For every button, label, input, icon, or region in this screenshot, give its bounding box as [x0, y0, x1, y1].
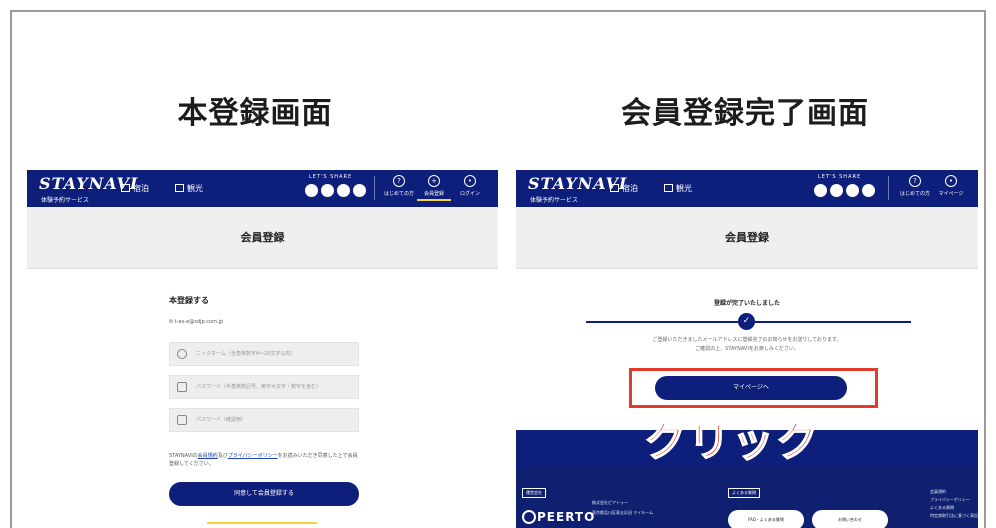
highlight-box [629, 368, 878, 408]
site-header: STAYNAVI 体験予約サービス 宿泊 観光 LET'S SHARE ? はじめ… [516, 170, 978, 207]
nav-sightseeing-label: 観光 [187, 184, 203, 193]
nav-sightseeing[interactable]: 観光 [664, 183, 692, 194]
nav-sightseeing[interactable]: 観光 [175, 183, 203, 194]
terms-link[interactable]: 会員規約 [198, 453, 218, 459]
agree-register-button[interactable]: 同意して会員登録する [169, 482, 359, 506]
peerto-ring-icon [522, 510, 536, 524]
footer-link-legal[interactable]: 特定商取引法に基づく表記 [930, 512, 978, 520]
header-mypage-label: マイページ [938, 191, 964, 197]
terms-mid: 及び [217, 453, 228, 459]
footer-faq-tag: よくある質問 [728, 488, 760, 498]
peerto-logo[interactable]: PEERTO [522, 510, 595, 524]
share-label: LET'S SHARE [309, 174, 353, 180]
company-name: 株式会社ピアトゥー [592, 500, 628, 505]
faq-button[interactable]: FAQ・よくある質問 [728, 510, 804, 528]
line-icon[interactable] [862, 184, 875, 197]
nickname-field[interactable]: ニックネーム（全角英数字4～20文字以内） [169, 342, 359, 366]
check-icon: ✓ [738, 313, 755, 330]
email-display: ✉ t-ex-e@sdjp.com.jp [169, 319, 224, 325]
password-field[interactable]: パスワード（半角英数記号、英字大文字・数字を含む） [169, 375, 359, 399]
nav-stay[interactable]: 宿泊 [610, 183, 638, 194]
header-guide-label: はじめての方 [899, 191, 930, 197]
question-icon: ? [909, 175, 921, 187]
header-guide-button[interactable]: ? はじめての方 [382, 175, 416, 197]
building-icon [664, 184, 673, 192]
header-divider [374, 176, 375, 200]
complete-message-line1: ご登録いただきましたメールアドレスに登録完了のお知らせをお送りしております。 [652, 337, 842, 343]
contact-button[interactable]: お問い合わせ [812, 510, 888, 528]
calendar-icon [121, 184, 130, 192]
sns-links [814, 184, 875, 197]
complete-message: ご登録いただきましたメールアドレスに登録完了のお知らせをお送りしております。 ご… [516, 336, 978, 354]
complete-title: 登録が完了いたしました [713, 300, 780, 307]
calendar-icon [610, 184, 619, 192]
nickname-placeholder: ニックネーム（全角英数字4～20文字以内） [196, 351, 296, 357]
page-title: 会員登録 [27, 207, 498, 269]
terms-prefix: STAYNAVIの [169, 453, 198, 459]
heading-register-screen: 本登録画面 [177, 96, 333, 131]
lock-icon [177, 382, 187, 392]
form-title: 本登録する [169, 296, 209, 305]
company-address: 東京都品川区東五反田 マイルーム [592, 510, 654, 515]
header-register-label: 会員登録 [423, 191, 444, 197]
sns-links [305, 184, 366, 197]
footer-link-faq[interactable]: よくある質問 [930, 504, 978, 512]
header-mypage-button[interactable]: • マイページ [934, 175, 968, 197]
yellow-line [207, 522, 317, 524]
site-logo-sub: 体験予約サービス [530, 197, 579, 204]
site-logo-sub: 体験予約サービス [41, 197, 90, 204]
facebook-icon[interactable] [321, 184, 334, 197]
complete-message-line2: ご確認の上、STAYNAVIをお楽しみください。 [695, 346, 799, 352]
page-title: 会員登録 [516, 207, 978, 269]
user-icon: • [945, 175, 957, 187]
share-label: LET'S SHARE [818, 174, 862, 180]
twitter-icon[interactable] [305, 184, 318, 197]
nav-sightseeing-label: 観光 [676, 184, 692, 193]
header-login-button[interactable]: • ログイン [453, 175, 487, 197]
click-annotation: クリック [643, 416, 821, 467]
nav-stay-label: 宿泊 [622, 184, 638, 193]
header-login-label: ログイン [459, 191, 480, 197]
nav-stay-label: 宿泊 [133, 184, 149, 193]
footer-company-tag: 運営会社 [522, 488, 546, 498]
header-guide-button[interactable]: ? はじめての方 [898, 175, 932, 197]
footer-link-terms[interactable]: 会員規約 [930, 488, 978, 496]
terms-text: STAYNAVIの会員規約及びプライバシーポリシーをお読みいただき同意した上で会… [169, 452, 361, 468]
site-header: STAYNAVI 体験予約サービス 宿泊 観光 LET'S SHARE ? はじめ… [27, 170, 498, 207]
lock-icon [177, 415, 187, 425]
site-footer: 運営会社 よくある質問 株式会社ピアトゥー 東京都品川区東五反田 マイルーム P… [516, 468, 978, 528]
nav-stay[interactable]: 宿泊 [121, 183, 149, 194]
twitter-icon[interactable] [814, 184, 827, 197]
facebook-icon[interactable] [830, 184, 843, 197]
password-confirm-placeholder: パスワード（確認用） [196, 417, 247, 423]
header-divider [888, 176, 889, 200]
register-icon: + [428, 175, 440, 187]
header-guide-label: はじめての方 [383, 191, 414, 197]
register-screenshot: STAYNAVI 体験予約サービス 宿泊 観光 LET'S SHARE ? はじめ… [27, 170, 498, 528]
youtube-icon[interactable] [337, 184, 350, 197]
building-icon [175, 184, 184, 192]
line-icon[interactable] [353, 184, 366, 197]
youtube-icon[interactable] [846, 184, 859, 197]
footer-links: 会員規約 プライバシーポリシー よくある質問 特定商取引法に基づく表記 [930, 488, 978, 520]
complete-screenshot: STAYNAVI 体験予約サービス 宿泊 観光 LET'S SHARE ? はじめ… [516, 170, 978, 528]
user-icon: • [464, 175, 476, 187]
header-register-button[interactable]: + 会員登録 [417, 175, 451, 201]
password-placeholder: パスワード（半角英数記号、英字大文字・数字を含む） [196, 384, 322, 390]
privacy-link[interactable]: プライバシーポリシー [228, 453, 278, 459]
password-confirm-field[interactable]: パスワード（確認用） [169, 408, 359, 432]
peerto-brand: PEERTO [537, 510, 596, 524]
heading-complete-screen: 会員登録完了画面 [621, 96, 869, 131]
question-icon: ? [393, 175, 405, 187]
footer-link-privacy[interactable]: プライバシーポリシー [930, 496, 978, 504]
user-icon [177, 349, 187, 359]
